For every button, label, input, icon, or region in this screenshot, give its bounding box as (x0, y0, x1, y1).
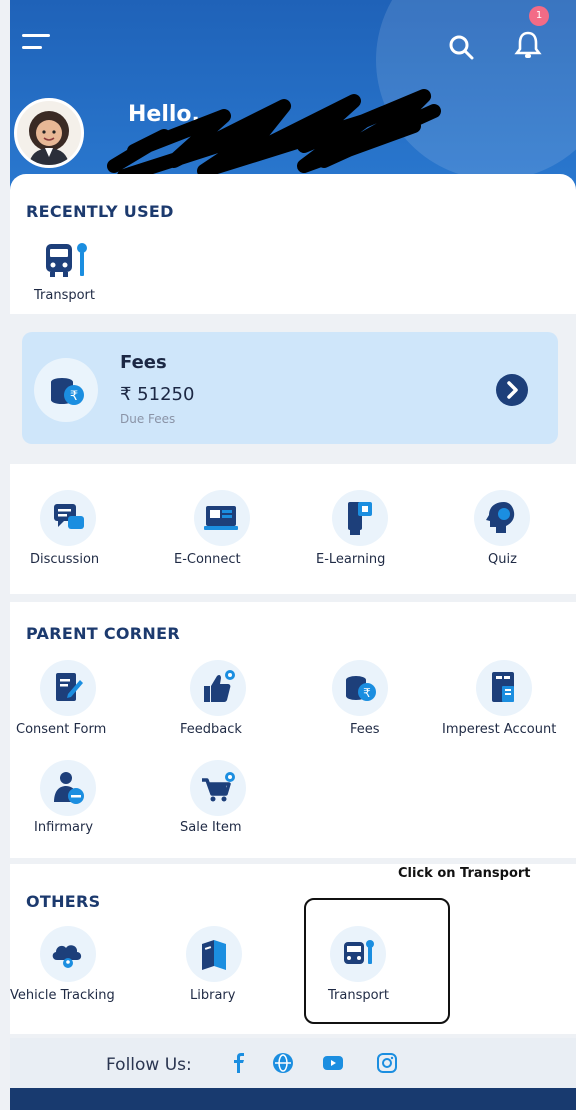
learning-icon[interactable] (332, 490, 388, 546)
parent-item-feedback[interactable]: Feedback (180, 722, 242, 737)
chevron-right-icon (507, 381, 518, 399)
quick-link-e-learning[interactable]: E-Learning (316, 552, 385, 567)
parent-corner-card: PARENT CORNER Consent Form Feedback ₹ Fe… (10, 602, 576, 858)
bus-icon[interactable] (44, 240, 92, 280)
recently-used-title: RECENTLY USED (26, 202, 174, 221)
others-item-library[interactable]: Library (190, 988, 235, 1003)
books-icon[interactable] (186, 926, 242, 982)
fees-due-card[interactable]: ₹ Fees ₹ 51250 Due Fees (22, 332, 558, 444)
svg-text:₹: ₹ (363, 686, 371, 700)
thumbs-up-icon[interactable] (190, 660, 246, 716)
instruction-annotation: Click on Transport (398, 866, 531, 881)
instagram-icon[interactable] (376, 1052, 398, 1074)
quiz-icon[interactable] (474, 490, 530, 546)
svg-text:₹: ₹ (70, 389, 78, 404)
parent-item-sale-item[interactable]: Sale Item (180, 820, 242, 835)
parent-item-imperest-account[interactable]: Imperest Account (442, 722, 556, 737)
bottom-bar (10, 1088, 576, 1110)
fees-arrow-button[interactable] (496, 374, 528, 406)
notification-badge: 1 (529, 6, 549, 26)
cart-icon[interactable] (190, 760, 246, 816)
others-title: OTHERS (26, 892, 101, 911)
follow-us-label: Follow Us: (106, 1055, 192, 1075)
fees-title: Fees (120, 352, 167, 373)
fees-amount: ₹ 51250 (120, 384, 195, 405)
website-icon[interactable] (272, 1052, 294, 1074)
parent-item-consent-form[interactable]: Consent Form (16, 722, 106, 737)
connect-icon[interactable] (194, 490, 250, 546)
transport-highlight-box (304, 898, 450, 1024)
avatar[interactable] (14, 98, 84, 168)
redaction-scribble (107, 89, 441, 183)
quick-link-discussion[interactable]: Discussion (30, 552, 99, 567)
recent-item-transport[interactable]: Transport (34, 288, 95, 303)
quick-link-e-connect[interactable]: E-Connect (174, 552, 241, 567)
cloud-location-icon[interactable] (40, 926, 96, 982)
fees-coin-icon[interactable]: ₹ (332, 660, 388, 716)
fees-subtitle: Due Fees (120, 412, 176, 426)
others-item-vehicle-tracking[interactable]: Vehicle Tracking (10, 988, 115, 1003)
menu-icon[interactable] (22, 34, 50, 56)
recently-used-card: RECENTLY USED Transport (10, 174, 576, 314)
parent-item-fees[interactable]: Fees (350, 722, 380, 737)
follow-us-bar: Follow Us: (10, 1038, 576, 1088)
youtube-icon[interactable] (322, 1052, 344, 1074)
quick-links-card: Discussion E-Connect E-Learning Quiz (10, 464, 576, 594)
others-card: OTHERS Vehicle Tracking Library Transpor… (10, 864, 576, 1034)
bell-icon[interactable] (514, 30, 542, 60)
parent-item-infirmary[interactable]: Infirmary (34, 820, 93, 835)
medical-icon[interactable] (40, 760, 96, 816)
quick-link-quiz[interactable]: Quiz (488, 552, 517, 567)
consent-form-icon[interactable] (40, 660, 96, 716)
chat-icon[interactable] (40, 490, 96, 546)
facebook-icon[interactable] (228, 1052, 250, 1074)
fees-coin-icon: ₹ (34, 358, 98, 422)
search-icon[interactable] (448, 34, 474, 60)
ledger-icon[interactable] (476, 660, 532, 716)
parent-corner-title: PARENT CORNER (26, 624, 180, 643)
